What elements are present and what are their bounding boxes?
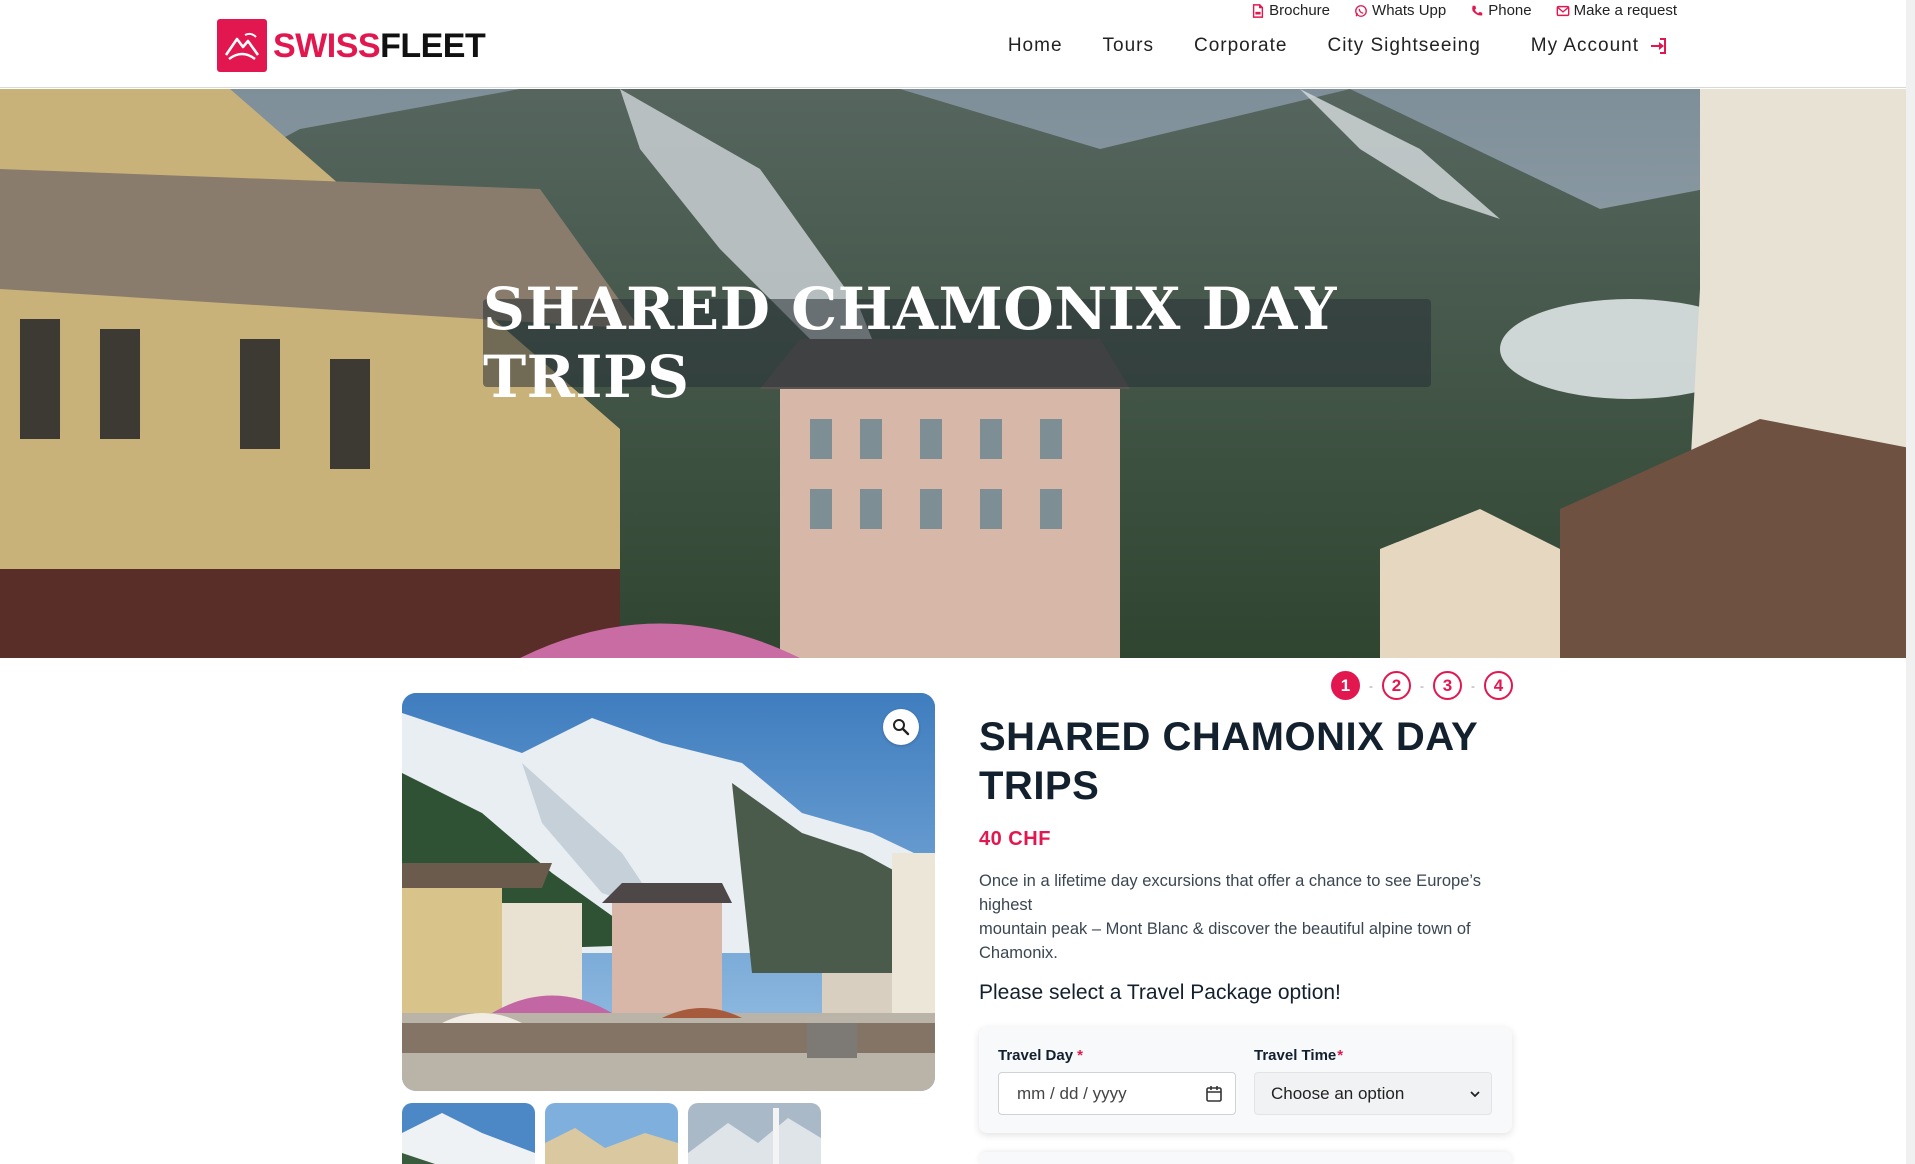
thumbnail-3[interactable] — [688, 1103, 821, 1164]
envelope-icon — [1556, 5, 1569, 16]
phone-link[interactable]: Phone — [1470, 2, 1532, 19]
required-mark: * — [1337, 1047, 1344, 1064]
brochure-link[interactable]: Brochure — [1251, 2, 1330, 19]
travel-day-label-text: Travel Day — [998, 1047, 1074, 1064]
brochure-label: Brochure — [1269, 2, 1331, 19]
chevron-down-icon — [1470, 1090, 1480, 1097]
thumbnail-image — [402, 1103, 535, 1164]
hero-banner: SHARED CHAMONIX DAY TRIPS — [0, 89, 1915, 658]
thumbnail-image — [545, 1103, 678, 1164]
step-separator: - — [1420, 678, 1424, 693]
thumbnail-strip — [402, 1103, 821, 1164]
whatsapp-link[interactable]: Whats Upp — [1354, 2, 1446, 19]
travel-time-select[interactable]: Choose an option — [1254, 1072, 1492, 1115]
phone-icon — [1472, 5, 1483, 15]
description-line-1: Once in a lifetime day excursions that o… — [979, 872, 1482, 914]
site-header: SWISSFLEET Brochure Whats Upp Phone Make… — [0, 0, 1915, 88]
booking-form-card: Travel Day * mm / dd / yyyy Travel Time* … — [979, 1027, 1512, 1133]
make-request-link[interactable]: Make a request — [1556, 2, 1677, 19]
travel-time-value: Choose an option — [1271, 1083, 1405, 1103]
logo-text: SWISSFLEET — [273, 26, 486, 65]
nav-home[interactable]: Home — [1008, 35, 1063, 57]
phone-label: Phone — [1488, 2, 1532, 19]
select-package-prompt: Please select a Travel Package option! — [979, 981, 1341, 1004]
travel-day-field: Travel Day * mm / dd / yyyy — [998, 1047, 1236, 1115]
product-description: Once in a lifetime day excursions that o… — [979, 869, 1509, 965]
zoom-button[interactable] — [883, 709, 919, 745]
hero-title: SHARED CHAMONIX DAY TRIPS — [483, 275, 1337, 411]
travel-day-input[interactable]: mm / dd / yyyy — [998, 1072, 1236, 1115]
travel-day-label: Travel Day * — [998, 1047, 1236, 1064]
product-title: SHARED CHAMONIX DAY TRIPS — [979, 715, 1478, 808]
product-main-image[interactable] — [402, 693, 935, 1091]
next-form-card — [979, 1152, 1512, 1164]
nav-city-sightseeing[interactable]: City Sightseeing — [1327, 35, 1480, 57]
thumbnail-image — [688, 1103, 821, 1164]
hero-title-box: SHARED CHAMONIX DAY TRIPS — [483, 275, 1431, 411]
nav-corporate[interactable]: Corporate — [1194, 35, 1288, 57]
whatsapp-icon — [1355, 4, 1367, 17]
my-account-label: My Account — [1530, 35, 1639, 56]
required-mark: * — [1077, 1047, 1083, 1064]
logo-fleet: FLEET — [380, 26, 486, 65]
page: SWISSFLEET Brochure Whats Upp Phone Make… — [0, 0, 1915, 1164]
booking-steps: 1 - 2 - 3 - 4 — [1331, 671, 1513, 700]
thumbnail-1[interactable] — [402, 1103, 535, 1164]
thumbnail-2[interactable] — [545, 1103, 678, 1164]
step-2[interactable]: 2 — [1382, 671, 1411, 700]
step-1[interactable]: 1 — [1331, 671, 1360, 700]
step-4[interactable]: 4 — [1484, 671, 1513, 700]
pdf-file-icon — [1253, 3, 1264, 18]
magnifier-icon — [893, 719, 910, 736]
chamonix-photo — [402, 693, 935, 1091]
travel-time-field: Travel Time* Choose an option — [1254, 1047, 1492, 1115]
travel-time-label-text: Travel Time — [1254, 1047, 1337, 1064]
sign-in-icon — [1651, 38, 1666, 54]
step-separator: - — [1471, 678, 1475, 693]
whatsapp-label: Whats Upp — [1372, 2, 1447, 19]
step-separator: - — [1369, 678, 1373, 693]
nav-tours[interactable]: Tours — [1103, 35, 1154, 57]
product-price: 40 CHF — [979, 828, 1051, 850]
make-request-label: Make a request — [1573, 2, 1677, 19]
description-line-2: mountain peak – Mont Blanc & discover th… — [979, 920, 1471, 962]
step-3[interactable]: 3 — [1433, 671, 1462, 700]
page-scrollbar[interactable] — [1906, 0, 1915, 1164]
main-nav: Home Tours Corporate City Sightseeing My… — [1008, 35, 1667, 57]
site-logo[interactable]: SWISSFLEET — [217, 19, 486, 72]
calendar-icon[interactable] — [1205, 1085, 1223, 1103]
travel-time-label: Travel Time* — [1254, 1047, 1492, 1064]
top-links: Brochure Whats Upp Phone Make a request — [1251, 2, 1677, 19]
logo-mountain-icon — [217, 19, 267, 72]
date-placeholder: mm / dd / yyyy — [1017, 1083, 1127, 1103]
logo-swiss: SWISS — [273, 26, 381, 65]
nav-my-account[interactable]: My Account — [1531, 35, 1667, 57]
